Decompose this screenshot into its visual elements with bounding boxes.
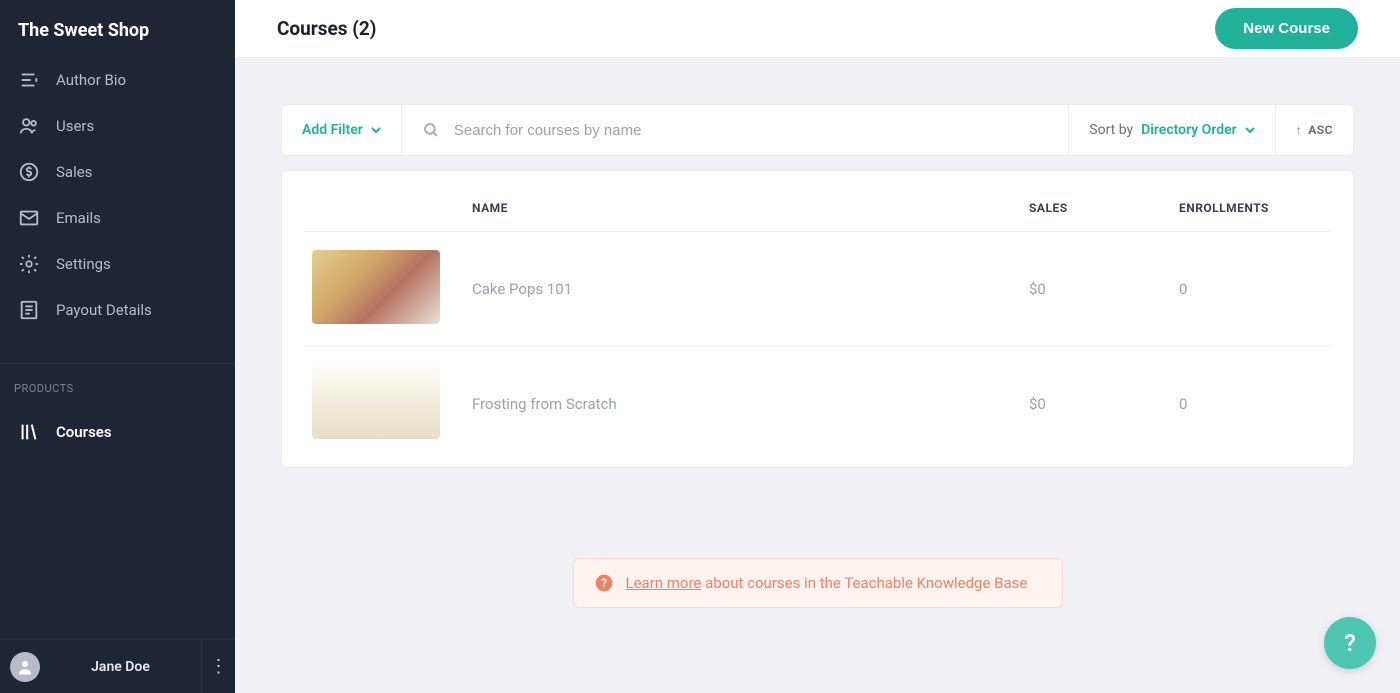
course-name: Frosting from Scratch — [464, 347, 1021, 462]
sort-by-label: Sort by — [1089, 122, 1133, 138]
sidebar-item-label: Emails — [56, 209, 101, 227]
main: Courses (2) New Course Add Filter Sort b… — [235, 0, 1400, 693]
svg-text:?: ? — [601, 576, 607, 590]
sidebar-item-emails[interactable]: Emails — [0, 195, 235, 241]
courses-icon — [18, 421, 40, 443]
course-name: Cake Pops 101 — [464, 232, 1021, 347]
products-nav: Courses — [0, 409, 235, 455]
callout-text: Learn more about courses in the Teachabl… — [626, 574, 1028, 592]
course-thumbnail — [312, 365, 440, 439]
sidebar-item-label: Author Bio — [56, 71, 126, 89]
sidebar-item-label: Sales — [56, 163, 92, 181]
table-row[interactable]: Cake Pops 101 $0 0 — [304, 232, 1331, 347]
sidebar-item-label: Users — [56, 117, 94, 135]
course-sales: $0 — [1021, 232, 1171, 347]
search-cell — [402, 105, 1069, 155]
user-bar-profile[interactable]: Jane Doe — [0, 652, 201, 682]
callout-rest: about courses in the Teachable Knowledge… — [701, 574, 1027, 592]
sidebar-item-label: Courses — [56, 423, 112, 441]
primary-nav: Author Bio Users Sales Emails Settings — [0, 57, 235, 333]
sidebar: The Sweet Shop Author Bio Users Sales Em… — [0, 0, 235, 693]
col-enrollments: ENROLLMENTS — [1171, 191, 1331, 232]
sidebar-item-author-bio[interactable]: Author Bio — [0, 57, 235, 103]
col-name: NAME — [464, 191, 1021, 232]
add-filter-button[interactable]: Add Filter — [282, 105, 402, 155]
settings-icon — [18, 253, 40, 275]
sort-direction-toggle[interactable]: ↑ ASC — [1276, 105, 1353, 155]
sidebar-section-label: PRODUCTS — [0, 364, 235, 401]
table-row[interactable]: Frosting from Scratch $0 0 — [304, 347, 1331, 462]
sidebar-item-courses[interactable]: Courses — [0, 409, 235, 455]
sidebar-item-payout-details[interactable]: Payout Details — [0, 287, 235, 333]
user-menu-button[interactable]: ⋮ — [201, 640, 235, 693]
question-icon: ? — [1344, 629, 1356, 657]
search-input[interactable] — [454, 122, 1048, 139]
course-thumbnail — [312, 250, 440, 324]
emails-icon — [18, 207, 40, 229]
new-course-button[interactable]: New Course — [1215, 8, 1358, 49]
sidebar-item-label: Settings — [56, 255, 111, 273]
sidebar-item-sales[interactable]: Sales — [0, 149, 235, 195]
course-enrollments: 0 — [1171, 347, 1331, 462]
course-sales: $0 — [1021, 347, 1171, 462]
content: Add Filter Sort by Directory Order ↑ ASC — [235, 58, 1400, 654]
users-icon — [18, 115, 40, 137]
arrow-up-icon: ↑ — [1296, 123, 1303, 137]
topbar: Courses (2) New Course — [235, 0, 1400, 58]
chevron-down-icon — [1245, 125, 1255, 135]
author-icon — [18, 69, 40, 91]
courses-table-card: NAME SALES ENROLLMENTS Cake Pops 101 $0 … — [281, 170, 1354, 468]
kebab-icon: ⋮ — [210, 656, 228, 677]
sort-direction-label: ASC — [1308, 123, 1333, 137]
brand-title[interactable]: The Sweet Shop — [0, 0, 235, 49]
learn-more-link[interactable]: Learn more — [626, 574, 702, 592]
course-enrollments: 0 — [1171, 232, 1331, 347]
user-bar: Jane Doe ⋮ — [0, 639, 235, 693]
add-filter-label: Add Filter — [302, 122, 363, 138]
col-sales: SALES — [1021, 191, 1171, 232]
sidebar-item-settings[interactable]: Settings — [0, 241, 235, 287]
toolbar: Add Filter Sort by Directory Order ↑ ASC — [281, 104, 1354, 156]
avatar — [10, 652, 40, 682]
sidebar-item-label: Payout Details — [56, 301, 152, 319]
col-thumb — [304, 191, 464, 232]
courses-table: NAME SALES ENROLLMENTS Cake Pops 101 $0 … — [304, 191, 1331, 461]
sort-by-value: Directory Order — [1141, 122, 1237, 138]
sales-icon — [18, 161, 40, 183]
search-icon — [422, 121, 440, 139]
sort-by-control[interactable]: Sort by Directory Order — [1069, 105, 1275, 155]
payout-icon — [18, 299, 40, 321]
sidebar-item-users[interactable]: Users — [0, 103, 235, 149]
help-circle-icon: ? — [594, 573, 614, 593]
user-name: Jane Doe — [54, 659, 201, 675]
learn-more-callout: ? Learn more about courses in the Teacha… — [573, 558, 1063, 608]
chevron-down-icon — [371, 125, 381, 135]
help-fab[interactable]: ? — [1324, 617, 1376, 669]
page-title: Courses (2) — [277, 17, 376, 40]
